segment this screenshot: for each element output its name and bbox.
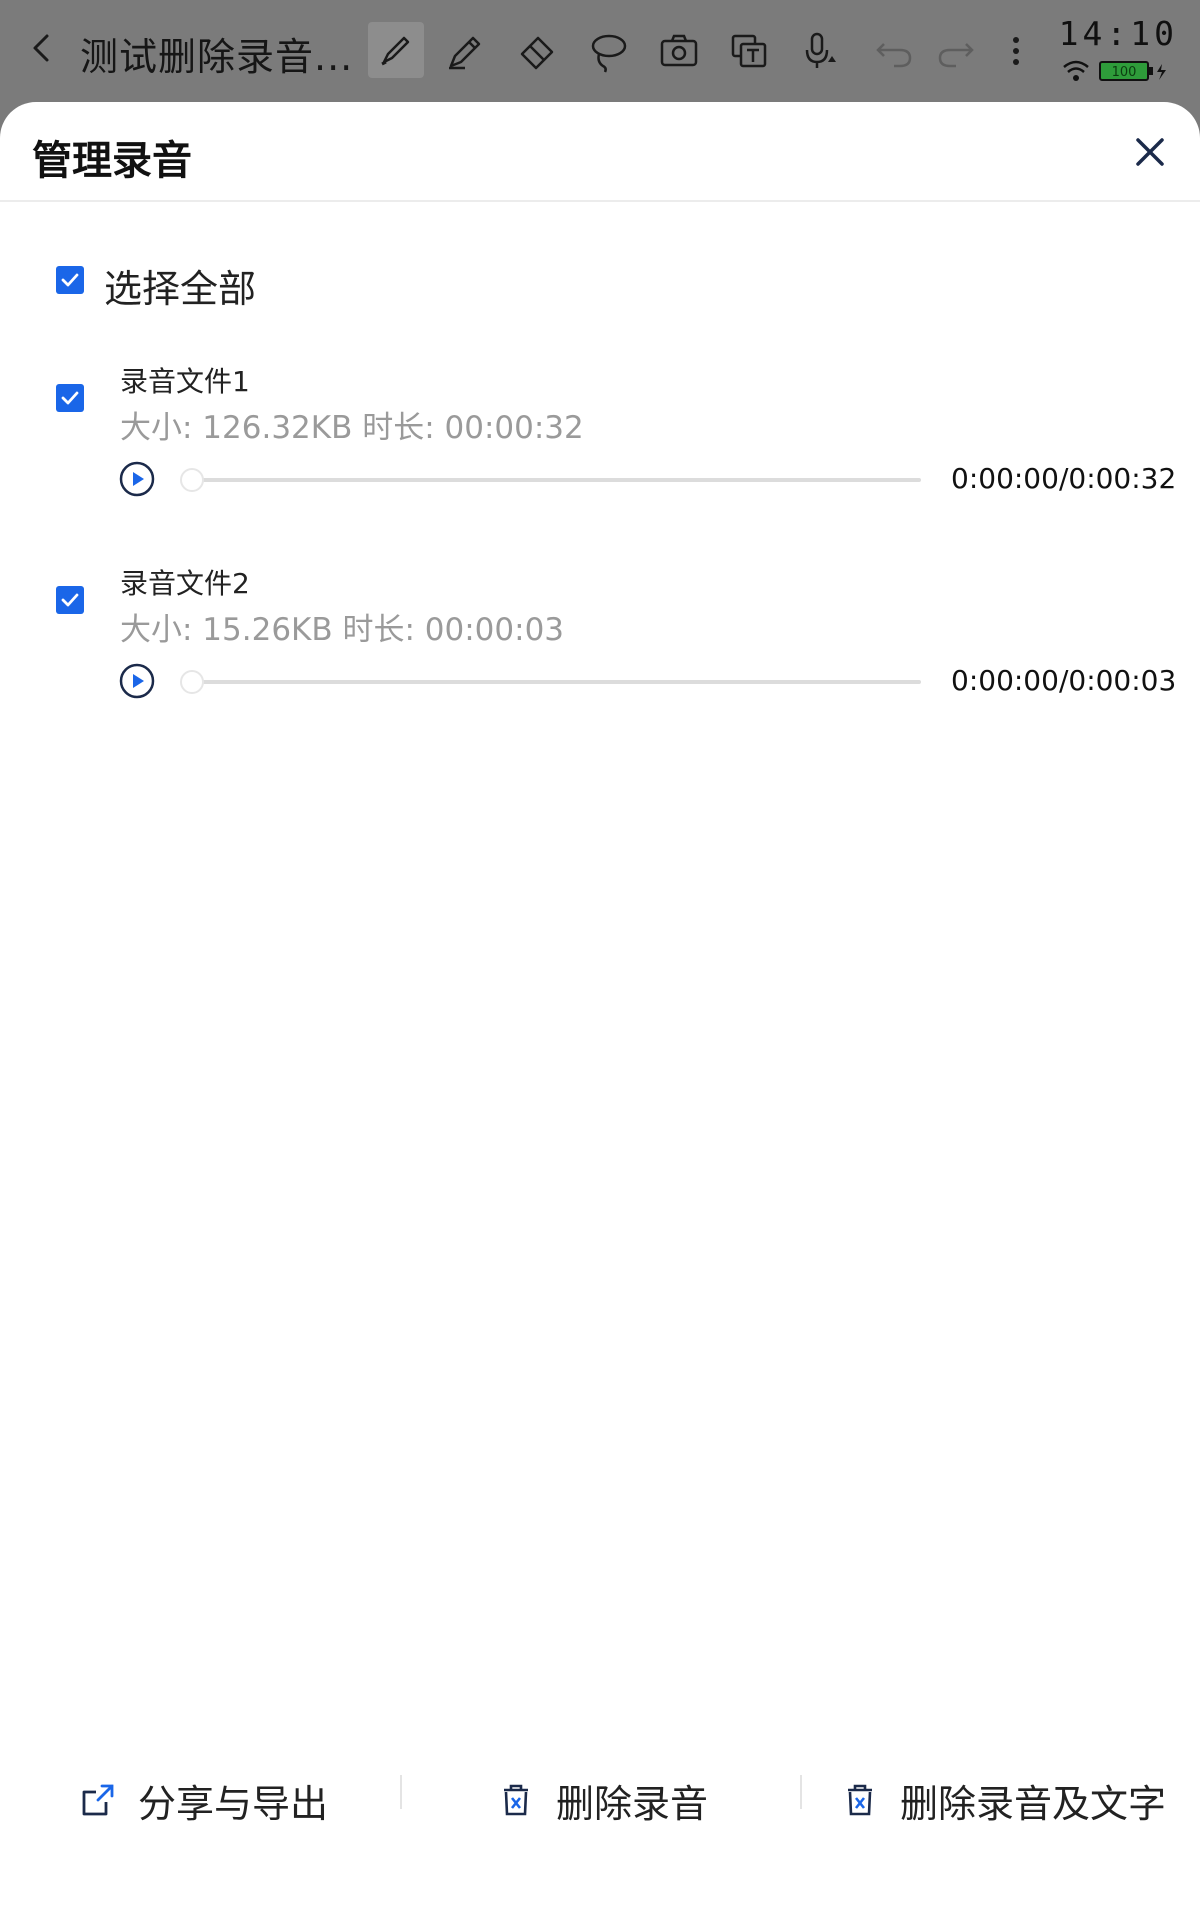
recording-2-progress-track[interactable] [186, 680, 921, 684]
delete-recording-button[interactable]: 删除录音 [496, 1770, 708, 1830]
recording-2-seek-handle[interactable] [180, 670, 204, 694]
recording-1-checkbox[interactable] [56, 384, 84, 412]
sheet-header: 管理录音 [0, 102, 1200, 202]
brush-icon[interactable] [368, 22, 424, 78]
recording-2-checkbox[interactable] [56, 586, 84, 614]
eraser-icon[interactable] [514, 28, 560, 74]
redo-icon[interactable] [932, 28, 978, 74]
camera-icon[interactable] [656, 28, 702, 74]
pen-icon[interactable] [443, 28, 489, 74]
play-icon[interactable] [118, 662, 156, 700]
status-clock: 14:10 [1058, 14, 1178, 53]
undo-icon[interactable] [872, 28, 918, 74]
play-icon[interactable] [118, 460, 156, 498]
recording-2-time: 0:00:00/0:00:03 [951, 664, 1177, 697]
recording-1-meta: 大小: 126.32KB 时长: 00:00:32 [120, 410, 584, 446]
sheet-title: 管理录音 [32, 138, 192, 184]
recording-1-time: 0:00:00/0:00:32 [951, 462, 1177, 495]
status-icons: 100 [1063, 60, 1166, 81]
app-toolbar: 测试删除录音... 14:10 100 [0, 0, 1200, 110]
close-icon[interactable] [1130, 132, 1170, 172]
delete-icon [504, 1784, 528, 1816]
document-title[interactable]: 测试删除录音... [80, 26, 353, 81]
text-recognition-icon[interactable] [727, 28, 773, 74]
divider [800, 1775, 802, 1809]
svg-text:100: 100 [1112, 65, 1137, 80]
divider [400, 1775, 402, 1809]
more-icon[interactable] [993, 28, 1039, 74]
lasso-icon[interactable] [585, 28, 631, 74]
microphone-icon[interactable] [798, 28, 844, 74]
delete-recording-and-text-label: 删除录音及文字 [900, 1781, 1167, 1826]
select-all-checkbox[interactable] [56, 266, 84, 294]
recording-2-name: 录音文件2 [120, 567, 250, 600]
manage-recordings-sheet: 管理录音 选择全部 录音文件1 大小: 126.32KB 时长: 00:00:3… [0, 102, 1200, 1920]
share-export-label: 分享与导出 [138, 1781, 329, 1826]
recording-1-name: 录音文件1 [120, 365, 250, 398]
back-icon[interactable] [22, 28, 62, 68]
recording-1-seek-handle[interactable] [180, 468, 204, 492]
wifi-icon [1063, 60, 1089, 81]
delete-recording-and-text-button[interactable]: 删除录音及文字 [840, 1770, 1166, 1830]
recording-1-progress-track[interactable] [186, 478, 921, 482]
delete-icon [848, 1784, 872, 1816]
share-icon [82, 1784, 114, 1816]
delete-recording-label: 删除录音 [556, 1781, 709, 1826]
battery-icon: 100 [1099, 61, 1166, 81]
recording-2-meta: 大小: 15.26KB 时长: 00:00:03 [120, 612, 565, 648]
share-export-button[interactable]: 分享与导出 [78, 1770, 328, 1830]
select-all-label[interactable]: 选择全部 [104, 258, 256, 313]
